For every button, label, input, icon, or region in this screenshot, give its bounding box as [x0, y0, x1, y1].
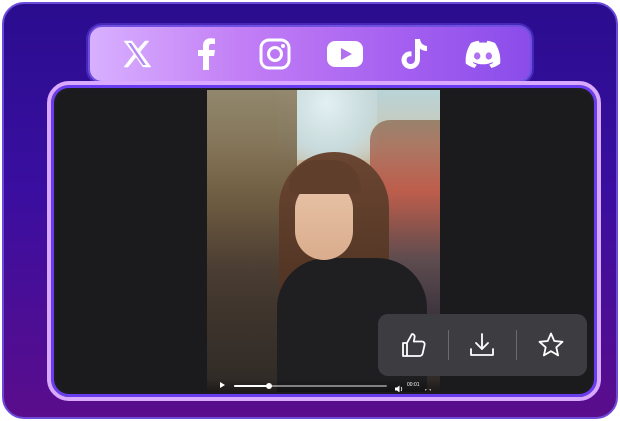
star-icon: [538, 332, 564, 357]
divider: [447, 330, 449, 360]
app-frame: 00:01: [2, 2, 618, 419]
fullscreen-icon[interactable]: [424, 382, 432, 391]
instagram-icon[interactable]: [256, 35, 294, 73]
action-panel: [378, 314, 587, 376]
social-share-bar: [88, 25, 532, 83]
progress-fill: [234, 385, 270, 387]
divider: [516, 330, 518, 360]
video-subject-bangs: [289, 160, 361, 194]
video-player: 00:01: [56, 90, 592, 392]
progress-bar[interactable]: [234, 383, 387, 389]
download-button[interactable]: [459, 322, 505, 368]
progress-thumb[interactable]: [266, 383, 273, 389]
video-player-card: 00:01: [47, 81, 601, 401]
discord-icon[interactable]: [464, 35, 502, 73]
video-controls: 00:01: [207, 378, 440, 392]
thumbs-up-icon: [402, 333, 426, 357]
like-button[interactable]: [391, 322, 437, 368]
time-display: 00:01: [407, 382, 420, 388]
facebook-icon[interactable]: [187, 35, 225, 73]
volume-icon[interactable]: [394, 381, 404, 392]
download-icon: [470, 333, 495, 356]
favorite-button[interactable]: [528, 322, 574, 368]
play-icon[interactable]: [220, 382, 225, 388]
x-icon[interactable]: [118, 35, 156, 73]
youtube-icon[interactable]: [326, 35, 364, 73]
tiktok-icon[interactable]: [395, 35, 433, 73]
